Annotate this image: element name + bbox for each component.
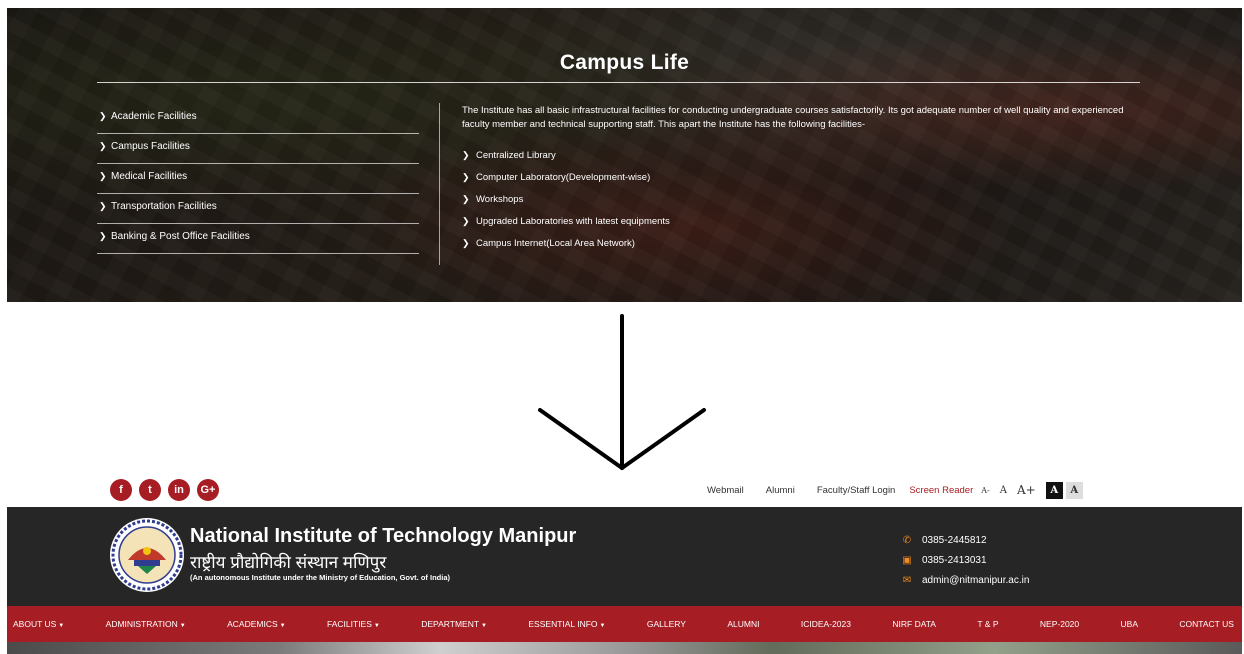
hero-banner-edge [7,642,1242,654]
fax-number: 0385-2413031 [922,554,987,566]
fax-row: ▣ 0385-2413031 [900,550,1029,570]
envelope-icon: ✉ [902,574,912,586]
chevron-right-icon: ❯ [99,141,107,151]
campus-menu-label: Banking & Post Office Facilities [111,231,250,242]
chevron-right-icon: ❯ [462,194,470,204]
campus-menu-label: Medical Facilities [111,171,188,182]
nav-about-us[interactable]: ABOUT US ▼ [13,619,64,629]
chevron-right-icon: ❯ [99,231,107,241]
campus-menu-item-academic[interactable]: ❯ Academic Facilities [97,104,419,134]
facility-item: ❯ Upgraded Laboratories with latest equip… [462,214,670,236]
email-row: ✉ admin@nitmanipur.ac.in [900,570,1030,590]
caret-down-icon: ▼ [58,623,65,629]
chevron-right-icon: ❯ [462,150,470,160]
campus-facilities-menu: ❯ Academic Facilities ❯ Campus Facilities … [97,104,419,254]
google-plus-icon[interactable]: G+ [197,479,219,501]
screen-reader-link[interactable]: Screen Reader [909,485,973,496]
campus-menu-label: Transportation Facilities [111,201,217,212]
institute-header: National Institute of Technology Manipur… [7,507,1242,606]
arrow-down-icon [538,314,706,470]
main-navigation: ABOUT US ▼ ADMINISTRATION ▼ ACADEMICS ▼ FAC… [7,606,1242,642]
chevron-right-icon: ❯ [99,201,107,211]
chevron-right-icon: ❯ [462,238,470,248]
chevron-right-icon: ❯ [462,216,470,226]
nav-label: ESSENTIAL INFO [528,619,598,629]
nav-uba[interactable]: UBA [1121,619,1138,629]
facility-item: ❯ Centralized Library [462,148,670,170]
nav-administration[interactable]: ADMINISTRATION ▼ [106,619,186,629]
nav-label: DEPARTMENT [421,619,480,629]
campus-menu-item-banking[interactable]: ❯ Banking & Post Office Facilities [97,224,419,254]
font-decrease-button[interactable]: A- [981,486,989,495]
social-links: f t in G+ [110,479,219,501]
institute-name: National Institute of Technology Manipur [190,525,577,547]
caret-down-icon: ▼ [481,623,487,629]
font-normal-button[interactable]: A [1000,485,1007,496]
nav-gallery[interactable]: GALLERY [647,619,686,629]
campus-description: The Institute has all basic infrastructu… [462,105,1124,130]
facilities-list: ❯ Centralized Library ❯ Computer Laborator… [462,148,670,258]
nav-label: FACILITIES [327,619,372,629]
facility-item: ❯ Campus Internet(Local Area Network) [462,236,670,258]
twitter-icon[interactable]: t [139,479,161,501]
nav-t-and-p[interactable]: T & P [977,619,998,629]
nav-label: ABOUT US [13,619,57,629]
facility-label: Workshops [476,194,524,205]
nav-department[interactable]: DEPARTMENT ▼ [421,619,487,629]
facebook-icon[interactable]: f [110,479,132,501]
email-address[interactable]: admin@nitmanipur.ac.in [922,575,1029,586]
chevron-right-icon: ❯ [99,111,107,121]
nav-label: ADMINISTRATION [105,619,178,629]
vertical-divider [439,103,440,265]
institute-logo[interactable] [108,516,186,594]
light-contrast-button[interactable]: A [1065,481,1083,499]
campus-life-title: Campus Life [559,51,690,74]
campus-menu-item-transportation[interactable]: ❯ Transportation Facilities [97,194,419,224]
facility-item: ❯ Computer Laboratory(Development-wise) [462,170,670,192]
nav-essential-info[interactable]: ESSENTIAL INFO ▼ [528,619,605,629]
nav-nirf-data[interactable]: NIRF DATA [892,619,936,629]
nav-icidea-2023[interactable]: ICIDEA-2023 [801,619,851,629]
caret-down-icon: ▼ [179,623,186,629]
campus-menu-item-campus[interactable]: ❯ Campus Facilities [97,134,419,164]
campus-menu-label: Campus Facilities [111,141,190,152]
title-divider [97,82,1140,83]
caret-down-icon: ▼ [599,623,606,629]
phone-icon: ✆ [902,534,912,546]
webmail-link[interactable]: Webmail [707,485,744,496]
chevron-right-icon: ❯ [99,171,107,181]
caret-down-icon: ▼ [279,623,286,629]
facility-label: Upgraded Laboratories with latest equipm… [476,216,670,227]
institute-subtitle: (An autonomous Institute under the Minis… [190,573,450,582]
phone-row: ✆ 0385-2445812 [900,530,1029,550]
facility-item: ❯ Workshops [462,192,670,214]
alumni-link[interactable]: Alumni [766,485,795,496]
facility-label: Centralized Library [476,150,556,161]
chevron-right-icon: ❯ [462,172,470,182]
nav-alumni[interactable]: ALUMNI [727,619,759,629]
caret-down-icon: ▼ [373,623,380,629]
campus-life-banner: Campus Life ❯ Academic Facilities ❯ Campus… [7,8,1242,302]
institute-name-hindi: राष्ट्रीय प्रौद्योगिकी संस्थान मणिपुर [190,553,387,572]
font-increase-button[interactable]: A+ [1017,483,1036,497]
facility-label: Computer Laboratory(Development-wise) [476,172,651,183]
nav-academics[interactable]: ACADEMICS ▼ [227,619,286,629]
nav-label: ACADEMICS [227,619,278,629]
facility-label: Campus Internet(Local Area Network) [476,238,635,249]
campus-menu-label: Academic Facilities [111,111,197,122]
fax-icon: ▣ [902,554,912,566]
faculty-login-link[interactable]: Faculty/Staff Login [817,485,896,496]
campus-menu-item-medical[interactable]: ❯ Medical Facilities [97,164,419,194]
linkedin-icon[interactable]: in [168,479,190,501]
top-utility-links: Webmail Alumni Faculty/Staff Login Scree… [707,480,1083,500]
nav-facilities[interactable]: FACILITIES ▼ [327,619,380,629]
nav-contact-us[interactable]: CONTACT US [1179,619,1233,629]
phone-number: 0385-2445812 [922,534,987,546]
nav-nep-2020[interactable]: NEP-2020 [1040,619,1079,629]
contact-info: ✆ 0385-2445812 ▣ 0385-2413031 ✉ admin@nitma… [900,530,1029,590]
dark-contrast-button[interactable]: A [1045,481,1063,499]
